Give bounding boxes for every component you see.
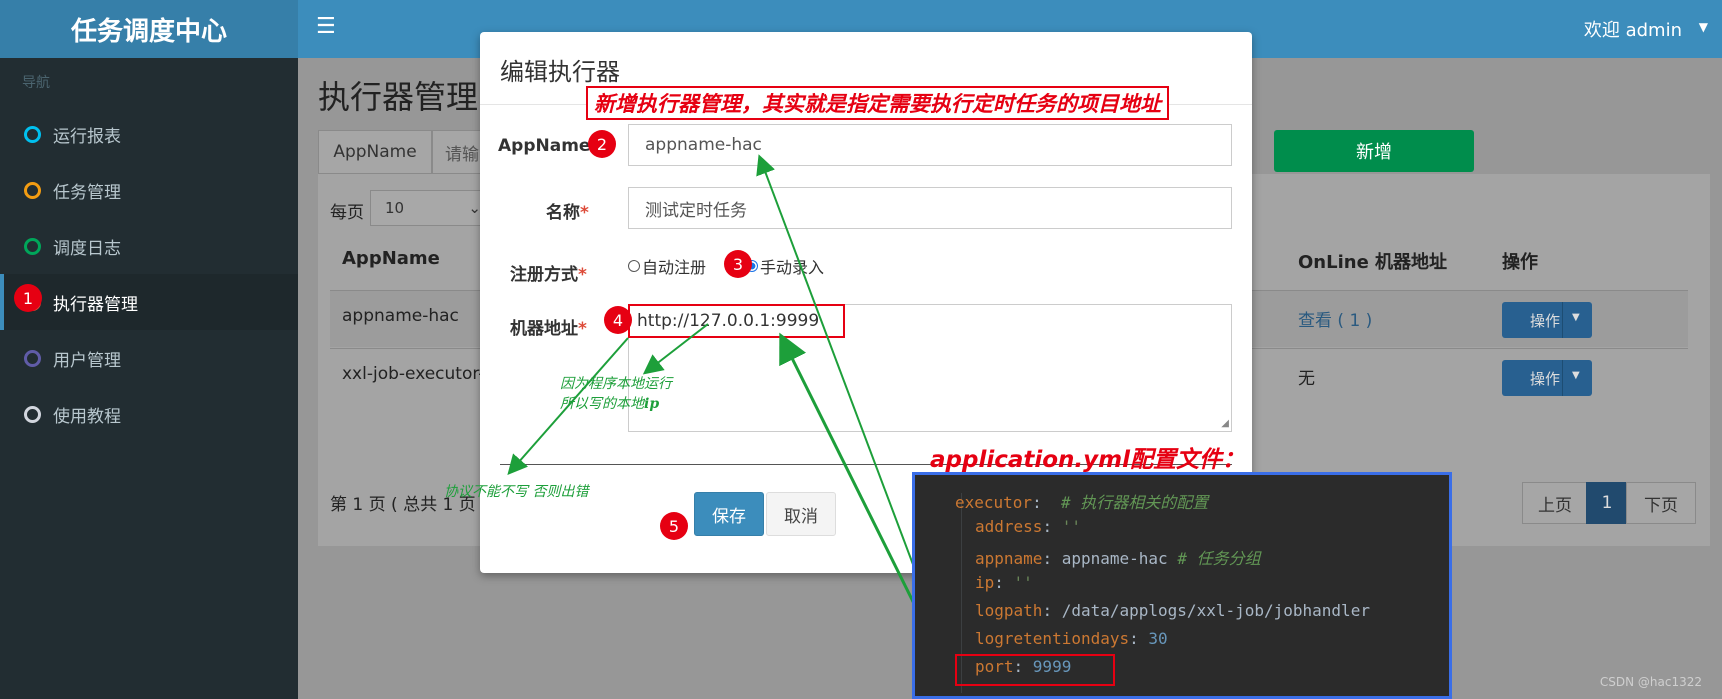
port-highlight-box [955, 654, 1115, 686]
code-line: ip: '' [975, 573, 1033, 592]
code-line: executor: # 执行器相关的配置 [955, 493, 1209, 512]
yaml-key: address [975, 517, 1043, 536]
arrow-ip-note [642, 323, 709, 375]
yaml-value: 30 [1148, 629, 1168, 648]
yaml-key: appname [975, 549, 1043, 568]
yaml-value: '' [1061, 517, 1081, 536]
yaml-key: logpath [975, 601, 1043, 620]
code-line: appname: appname-hac # 任务分组 [975, 549, 1261, 568]
yaml-value: /data/applogs/xxl-job/jobhandler [1061, 601, 1370, 620]
yaml-key: ip [975, 573, 995, 592]
yaml-key: logretentiondays [975, 629, 1130, 648]
annotation-arrows [507, 154, 956, 677]
code-line: logretentiondays: 30 [975, 629, 1168, 648]
yaml-key: executor [955, 493, 1033, 512]
code-line: logpath: /data/applogs/xxl-job/jobhandle… [975, 601, 1370, 620]
watermark: CSDN @hac1322 [1599, 675, 1702, 689]
yml-title: application.yml配置文件： [930, 447, 1246, 473]
yaml-comment: # 任务分组 [1177, 549, 1261, 568]
yaml-comment: # 执行器相关的配置 [1060, 493, 1209, 512]
code-line: address: '' [975, 517, 1081, 536]
arrow-protocol-note [507, 337, 629, 476]
yaml-value: appname-hac [1061, 549, 1168, 568]
yaml-value: '' [1013, 573, 1033, 592]
